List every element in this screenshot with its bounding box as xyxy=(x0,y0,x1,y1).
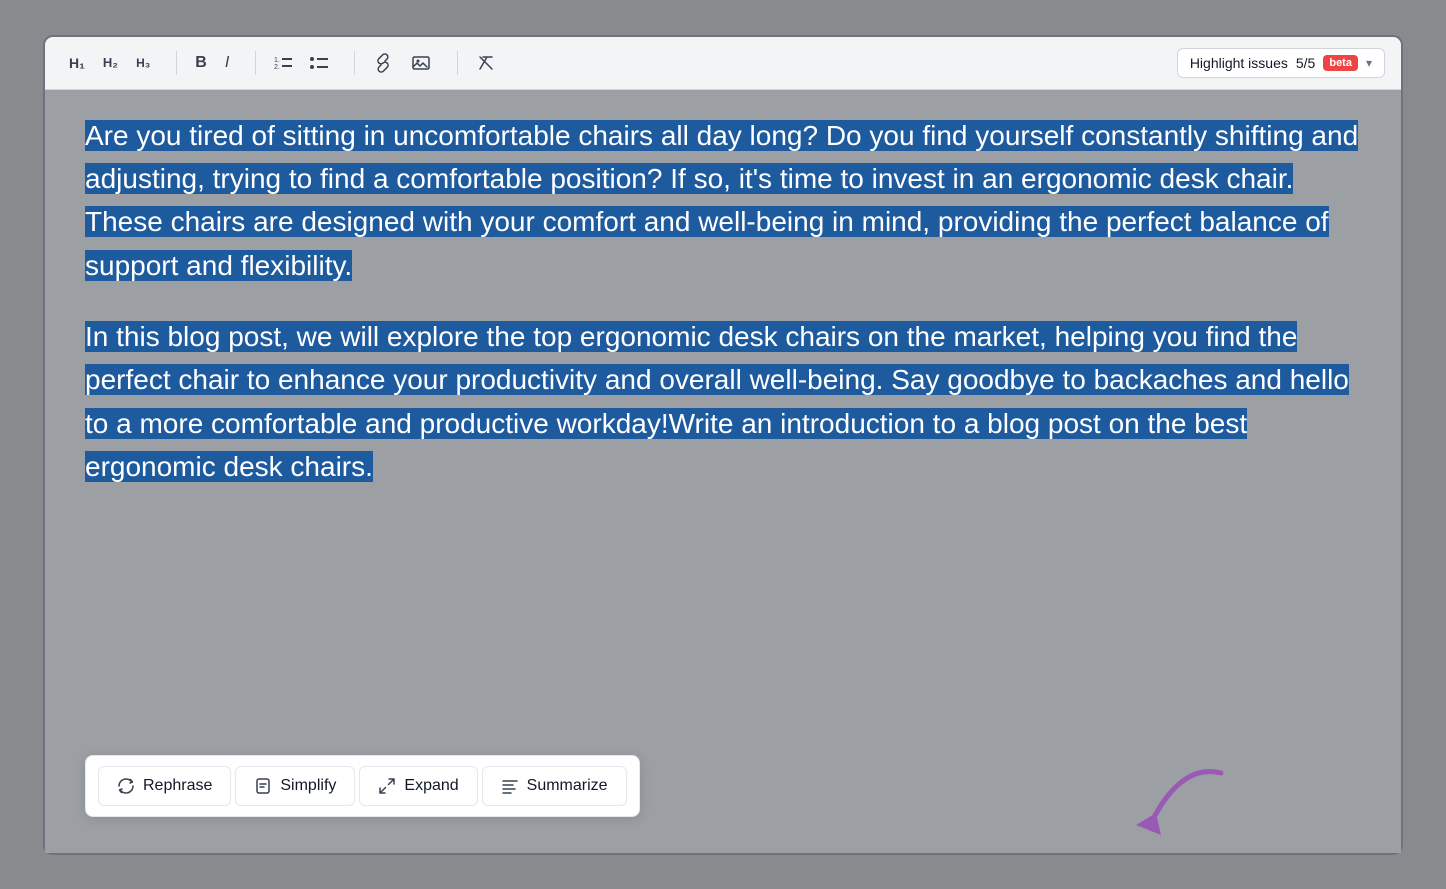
toolbar-divider-4 xyxy=(457,51,458,75)
italic-button[interactable]: I xyxy=(217,48,237,78)
expand-label: Expand xyxy=(404,777,458,795)
clear-format-icon xyxy=(476,53,496,73)
expand-button[interactable]: Expand xyxy=(359,766,477,806)
link-button[interactable] xyxy=(365,47,401,79)
editor-toolbar: H₁ H₂ H₃ B I 1. 2. xyxy=(45,37,1401,90)
editor-content[interactable]: Are you tired of sitting in uncomfortabl… xyxy=(45,90,1401,853)
simplify-icon xyxy=(254,777,272,795)
link-icon xyxy=(373,53,393,73)
h1-button[interactable]: H₁ xyxy=(61,49,93,77)
unordered-list-button[interactable] xyxy=(302,48,336,78)
h2-button[interactable]: H₂ xyxy=(95,49,126,76)
highlight-count: 5/5 xyxy=(1296,55,1315,71)
paragraph-1-text: Are you tired of sitting in uncomfortabl… xyxy=(85,120,1358,281)
beta-badge: beta xyxy=(1323,55,1358,71)
toolbar-divider-2 xyxy=(255,51,256,75)
bold-button[interactable]: B xyxy=(187,48,215,78)
ordered-list-icon: 1. 2. xyxy=(274,54,292,72)
summarize-icon xyxy=(501,777,519,795)
expand-icon xyxy=(378,777,396,795)
toolbar-divider-3 xyxy=(354,51,355,75)
heading-group: H₁ H₂ H₃ xyxy=(61,49,158,77)
paragraph-2-text: In this blog post, we will explore the t… xyxy=(85,321,1349,482)
arrow-svg xyxy=(1081,753,1241,863)
highlight-label: Highlight issues xyxy=(1190,55,1288,71)
action-toolbar: Rephrase Simplify Expand Summariz xyxy=(85,755,640,817)
editor-container: H₁ H₂ H₃ B I 1. 2. xyxy=(43,35,1403,855)
image-button[interactable] xyxy=(403,47,439,79)
paragraph-1: Are you tired of sitting in uncomfortabl… xyxy=(85,114,1361,288)
insert-group xyxy=(365,47,439,79)
arrow-indicator xyxy=(1081,753,1201,833)
h3-button[interactable]: H₃ xyxy=(128,50,158,76)
simplify-label: Simplify xyxy=(280,777,336,795)
list-group: 1. 2. xyxy=(266,48,336,78)
rephrase-label: Rephrase xyxy=(143,777,212,795)
image-icon xyxy=(411,53,431,73)
simplify-button[interactable]: Simplify xyxy=(235,766,355,806)
chevron-down-icon: ▾ xyxy=(1366,56,1372,70)
highlight-issues-dropdown[interactable]: Highlight issues 5/5 beta ▾ xyxy=(1177,48,1385,78)
svg-text:2.: 2. xyxy=(274,64,280,71)
unordered-list-icon xyxy=(310,54,328,72)
toolbar-divider-1 xyxy=(176,51,177,75)
summarize-label: Summarize xyxy=(527,777,608,795)
paragraph-2: In this blog post, we will explore the t… xyxy=(85,315,1361,489)
clear-format-button[interactable] xyxy=(468,47,504,79)
text-format-group: B I xyxy=(187,48,237,78)
summarize-button[interactable]: Summarize xyxy=(482,766,627,806)
rephrase-icon xyxy=(117,777,135,795)
svg-text:1.: 1. xyxy=(274,57,280,64)
rephrase-button[interactable]: Rephrase xyxy=(98,766,231,806)
ordered-list-button[interactable]: 1. 2. xyxy=(266,48,300,78)
